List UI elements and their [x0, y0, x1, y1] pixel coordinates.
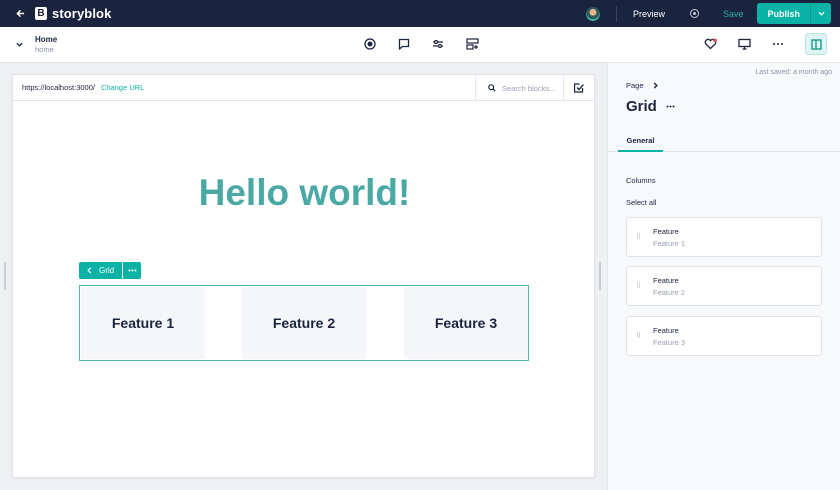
logo-icon: B [35, 7, 47, 20]
back-button[interactable] [8, 0, 32, 27]
feature-block[interactable]: Feature 2 [242, 287, 366, 359]
comment-icon [398, 38, 410, 50]
chevron-down-icon [817, 11, 825, 16]
comments-button[interactable] [397, 37, 411, 51]
blocks-button[interactable] [465, 37, 479, 51]
visual-editor-button[interactable] [363, 37, 377, 51]
device-preview-button[interactable] [737, 37, 751, 51]
url-bar: https://localhost:3000/ Change URL Searc… [13, 75, 594, 101]
favorite-button[interactable] [703, 37, 717, 51]
last-saved-text: Last saved: a month ago [755, 69, 832, 76]
resize-handle-right[interactable] [599, 262, 601, 290]
column-item-subtitle: Feature 2 [653, 288, 686, 297]
block-settings-panel: Last saved: a month ago Page Grid Genera… [607, 63, 840, 490]
tab-general[interactable]: General [618, 131, 663, 152]
preview-frame: https://localhost:3000/ Change URL Searc… [12, 74, 595, 478]
blocks-icon [465, 38, 479, 50]
drag-handle-icon[interactable]: ⠿ [636, 233, 641, 241]
column-item[interactable]: ⠿ Feature Feature 2 [626, 266, 822, 306]
story-title: Home [35, 35, 58, 44]
search-icon [488, 84, 496, 92]
column-item-subtitle: Feature 3 [653, 338, 686, 347]
divider [615, 5, 617, 22]
feature-block[interactable]: Feature 1 [81, 287, 205, 359]
more-icon [773, 43, 783, 45]
storyblok-logo[interactable]: B storyblok [35, 6, 111, 21]
breadcrumb: Page [626, 81, 658, 90]
story-menu-toggle[interactable] [16, 39, 23, 49]
block-title: Grid [626, 98, 657, 115]
grid-block-tag: Grid [79, 262, 142, 279]
panel-toggle-button[interactable] [805, 33, 827, 55]
save-button[interactable]: Save [723, 9, 744, 19]
more-options-button[interactable] [771, 37, 785, 51]
page-headline[interactable]: Hello world! [13, 172, 596, 214]
top-navbar: B storyblok Preview Save Publish [0, 0, 840, 27]
user-avatar[interactable] [585, 6, 600, 21]
record-icon[interactable] [689, 9, 699, 18]
select-blocks-button[interactable] [563, 75, 594, 101]
chevron-down-icon [16, 42, 23, 47]
config-button[interactable] [431, 37, 445, 51]
checkbox-icon [574, 83, 584, 93]
more-icon [128, 269, 137, 272]
publish-options-button[interactable] [810, 3, 831, 24]
grid-tag-label: Grid [99, 266, 115, 275]
search-placeholder: Search blocks... [502, 83, 556, 93]
record-icon [364, 38, 376, 50]
panel-tabs: General [608, 131, 840, 152]
drag-handle-icon[interactable]: ⠿ [636, 332, 641, 340]
change-url-link[interactable]: Change URL [101, 83, 144, 92]
preview-button[interactable]: Preview [633, 9, 665, 19]
column-item-subtitle: Feature 1 [653, 239, 686, 248]
resize-handle-left[interactable] [4, 262, 6, 290]
more-icon[interactable] [666, 105, 675, 108]
brand-name: storyblok [52, 6, 112, 21]
grid-tag-more-button[interactable] [123, 262, 142, 279]
sliders-icon [433, 39, 443, 49]
grid-block[interactable]: Feature 1 Feature 2 Feature 3 [79, 285, 529, 361]
column-item[interactable]: ⠿ Feature Feature 3 [626, 316, 822, 356]
heart-icon [704, 38, 717, 50]
columns-label: Columns [626, 176, 656, 185]
column-item[interactable]: ⠿ Feature Feature 1 [626, 217, 822, 257]
chevron-right-icon [653, 82, 658, 89]
chevron-left-icon [87, 267, 92, 274]
column-item-title: Feature [653, 276, 679, 285]
preview-url: https://localhost:3000/ [22, 83, 95, 92]
editor-toolbar: Home home [0, 27, 840, 63]
drag-handle-icon[interactable]: ⠿ [636, 282, 641, 290]
desktop-icon [737, 38, 751, 50]
panel-title: Grid [626, 98, 675, 115]
column-item-title: Feature [653, 326, 679, 335]
breadcrumb-page[interactable]: Page [626, 81, 644, 90]
arrow-left-icon [15, 9, 24, 18]
column-item-title: Feature [653, 227, 679, 236]
search-blocks-input[interactable]: Search blocks... [475, 75, 564, 101]
grid-tag-button[interactable]: Grid [79, 262, 123, 279]
feature-block[interactable]: Feature 3 [404, 287, 528, 359]
story-slug: home [35, 45, 54, 54]
publish-button[interactable]: Publish [757, 3, 810, 24]
select-all-link[interactable]: Select all [626, 198, 656, 207]
panel-icon [810, 38, 822, 50]
